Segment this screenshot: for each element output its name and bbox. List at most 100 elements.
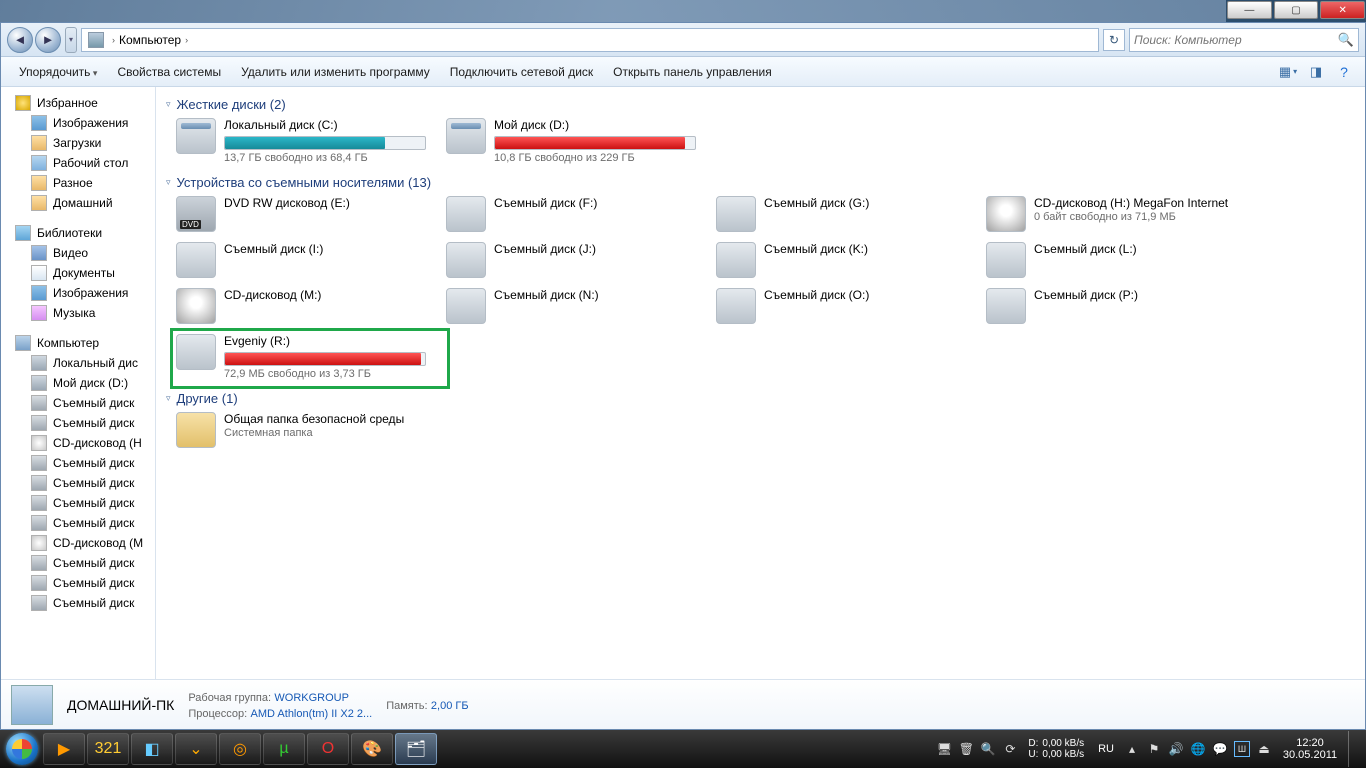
help-button[interactable]: ? — [1331, 61, 1357, 83]
removable-drive-item[interactable]: Съемный диск (F:) — [446, 196, 696, 232]
favorites-header[interactable]: Избранное — [1, 93, 155, 113]
taskbar-app-explorer[interactable]: 🗂 — [395, 733, 437, 765]
libraries-header[interactable]: Библиотеки — [1, 223, 155, 243]
tray-volume-icon[interactable]: 🔊 — [1168, 741, 1184, 757]
sidebar-drive-item[interactable]: Съемный диск — [1, 473, 155, 493]
breadcrumb-root[interactable]: Компьютер — [119, 33, 181, 47]
close-button[interactable]: ✕ — [1320, 1, 1365, 19]
tray-lang-icon[interactable]: Ш — [1234, 741, 1250, 757]
preview-pane-button[interactable]: ◨ — [1303, 61, 1329, 83]
sidebar-drive-item[interactable]: Съемный диск — [1, 513, 155, 533]
other-folder-item[interactable]: Общая папка безопасной среды Системная п… — [176, 412, 426, 448]
breadcrumb[interactable]: › Компьютер › — [81, 28, 1099, 52]
show-desktop-button[interactable] — [1348, 731, 1358, 767]
group-header-hdd[interactable]: ▿Жесткие диски (2) — [166, 97, 1355, 112]
sidebar-drive-item[interactable]: CD-дисковод (M — [1, 533, 155, 553]
breadcrumb-sep-2[interactable]: › — [185, 35, 188, 45]
sidebar-drive-item[interactable]: Съемный диск — [1, 453, 155, 473]
system-properties-cmd[interactable]: Свойства системы — [107, 61, 231, 83]
hdd-icon — [446, 118, 486, 154]
tray-safe-remove-icon[interactable]: ⏏ — [1256, 741, 1272, 757]
tray-flag-icon[interactable]: ⚑ — [1146, 741, 1162, 757]
removable-drive-item[interactable]: Съемный диск (N:) — [446, 288, 696, 324]
sidebar-item-documents[interactable]: Документы — [1, 263, 155, 283]
search-box[interactable]: 🔍 — [1129, 28, 1359, 52]
navigation-pane[interactable]: Избранное Изображения Загрузки Рабочий с… — [1, 87, 156, 679]
taskbar-app-mpc[interactable]: 321 — [87, 733, 129, 765]
hard-drive-item[interactable]: Локальный диск (C:)13,7 ГБ свободно из 6… — [176, 118, 426, 165]
sidebar-item-label: Рабочий стол — [53, 156, 128, 170]
sidebar-drive-item[interactable]: Съемный диск — [1, 493, 155, 513]
refresh-button[interactable]: ↻ — [1103, 29, 1125, 51]
computer-header[interactable]: Компьютер — [1, 333, 155, 353]
removable-drive-item[interactable]: Съемный диск (O:) — [716, 288, 966, 324]
taskbar-app-paint[interactable]: 🎨 — [351, 733, 393, 765]
window-controls: — ▢ ✕ — [1226, 0, 1366, 22]
taskbar-app-downloader[interactable]: ⌄ — [175, 733, 217, 765]
tray-search-icon[interactable]: 🔍 — [980, 741, 996, 757]
sidebar-item-pictures[interactable]: Изображения — [1, 283, 155, 303]
group-header-removable[interactable]: ▿Устройства со съемными носителями (13) — [166, 175, 1355, 190]
clock[interactable]: 12:20 30.05.2011 — [1278, 737, 1342, 761]
uninstall-program-cmd[interactable]: Удалить или изменить программу — [231, 61, 440, 83]
content-view[interactable]: ▿Жесткие диски (2) Локальный диск (C:)13… — [156, 87, 1365, 679]
taskbar-app-utorrent[interactable]: µ — [263, 733, 305, 765]
taskbar-app-opera[interactable]: O — [307, 733, 349, 765]
system-tray[interactable]: 🖥 🗑 🔍 ⟳ D:0,00 kB/s U:0,00 kB/s RU ▴ ⚑ 🔊… — [930, 731, 1364, 767]
sidebar-item-downloads[interactable]: Загрузки — [1, 133, 155, 153]
map-drive-cmd[interactable]: Подключить сетевой диск — [440, 61, 603, 83]
net-monitor[interactable]: D:0,00 kB/s U:0,00 kB/s — [1028, 738, 1084, 760]
sidebar-item-home[interactable]: Домашний — [1, 193, 155, 213]
maximize-button[interactable]: ▢ — [1274, 1, 1319, 19]
tray-monitor-icon[interactable]: 🖥 — [936, 741, 952, 757]
sidebar-item-video[interactable]: Видео — [1, 243, 155, 263]
taskbar[interactable]: ▶ 321 ◧ ⌄ ◎ µ O 🎨 🗂 🖥 🗑 🔍 ⟳ D:0,00 kB/s … — [0, 730, 1366, 768]
removable-drive-item[interactable]: Съемный диск (J:) — [446, 242, 696, 278]
removable-drive-item[interactable]: Съемный диск (P:) — [986, 288, 1236, 324]
sidebar-item-desktop[interactable]: Рабочий стол — [1, 153, 155, 173]
view-mode-button[interactable]: ▦ — [1275, 61, 1301, 83]
sidebar-drive-item[interactable]: Локальный дис — [1, 353, 155, 373]
sidebar-item-music[interactable]: Музыка — [1, 303, 155, 323]
search-input[interactable] — [1134, 33, 1338, 47]
removable-drive-item[interactable]: Съемный диск (I:) — [176, 242, 426, 278]
tray-recycle-icon[interactable]: 🗑 — [958, 741, 974, 757]
removable-drive-item[interactable]: CD-дисковод (M:) — [176, 288, 426, 324]
language-indicator[interactable]: RU — [1094, 743, 1118, 755]
sidebar-drive-item[interactable]: Съемный диск — [1, 553, 155, 573]
hard-drive-item[interactable]: Мой диск (D:)10,8 ГБ свободно из 229 ГБ — [446, 118, 696, 165]
tray-network-icon[interactable]: 🌐 — [1190, 741, 1206, 757]
sidebar-drive-item[interactable]: Съемный диск — [1, 573, 155, 593]
removable-drive-item[interactable]: Съемный диск (L:) — [986, 242, 1236, 278]
sidebar-drive-item[interactable]: CD-дисковод (H — [1, 433, 155, 453]
removable-drive-item[interactable]: DVDDVD RW дисковод (E:) — [176, 196, 426, 232]
sidebar-item-images[interactable]: Изображения — [1, 113, 155, 133]
tray-overflow-icon[interactable]: ▴ — [1124, 741, 1140, 757]
tray-balloon-icon[interactable]: 💬 — [1212, 741, 1228, 757]
organize-menu[interactable]: Упорядочить — [9, 61, 107, 83]
taskbar-app-aimp[interactable]: ◎ — [219, 733, 261, 765]
taskbar-app-media[interactable]: ▶ — [43, 733, 85, 765]
sidebar-drive-item[interactable]: Съемный диск — [1, 413, 155, 433]
removable-drive-item[interactable]: CD-дисковод (H:) MegaFon Internet0 байт … — [986, 196, 1236, 232]
removable-drive-item[interactable]: Evgeniy (R:)72,9 МБ свободно из 3,73 ГБ — [176, 334, 426, 381]
sidebar-item-misc[interactable]: Разное — [1, 173, 155, 193]
group-header-other[interactable]: ▿Другие (1) — [166, 391, 1355, 406]
minimize-button[interactable]: — — [1227, 1, 1272, 19]
details-pane: ДОМАШНИЙ-ПК Рабочая группа: WORKGROUP Пр… — [1, 679, 1365, 729]
forward-button[interactable]: ► — [35, 27, 61, 53]
back-button[interactable]: ◄ — [7, 27, 33, 53]
control-panel-cmd[interactable]: Открыть панель управления — [603, 61, 782, 83]
sidebar-drive-item[interactable]: Съемный диск — [1, 593, 155, 613]
start-button[interactable] — [2, 730, 42, 768]
sidebar-drive-item[interactable]: Мой диск (D:) — [1, 373, 155, 393]
drive-icon — [31, 515, 47, 531]
tray-update-icon[interactable]: ⟳ — [1002, 741, 1018, 757]
removable-drive-item[interactable]: Съемный диск (K:) — [716, 242, 966, 278]
search-icon[interactable]: 🔍 — [1338, 32, 1354, 48]
history-dropdown[interactable]: ▾ — [65, 27, 77, 53]
removable-drive-item[interactable]: Съемный диск (G:) — [716, 196, 966, 232]
pictures-icon — [31, 115, 47, 131]
sidebar-drive-item[interactable]: Съемный диск — [1, 393, 155, 413]
taskbar-app-video[interactable]: ◧ — [131, 733, 173, 765]
